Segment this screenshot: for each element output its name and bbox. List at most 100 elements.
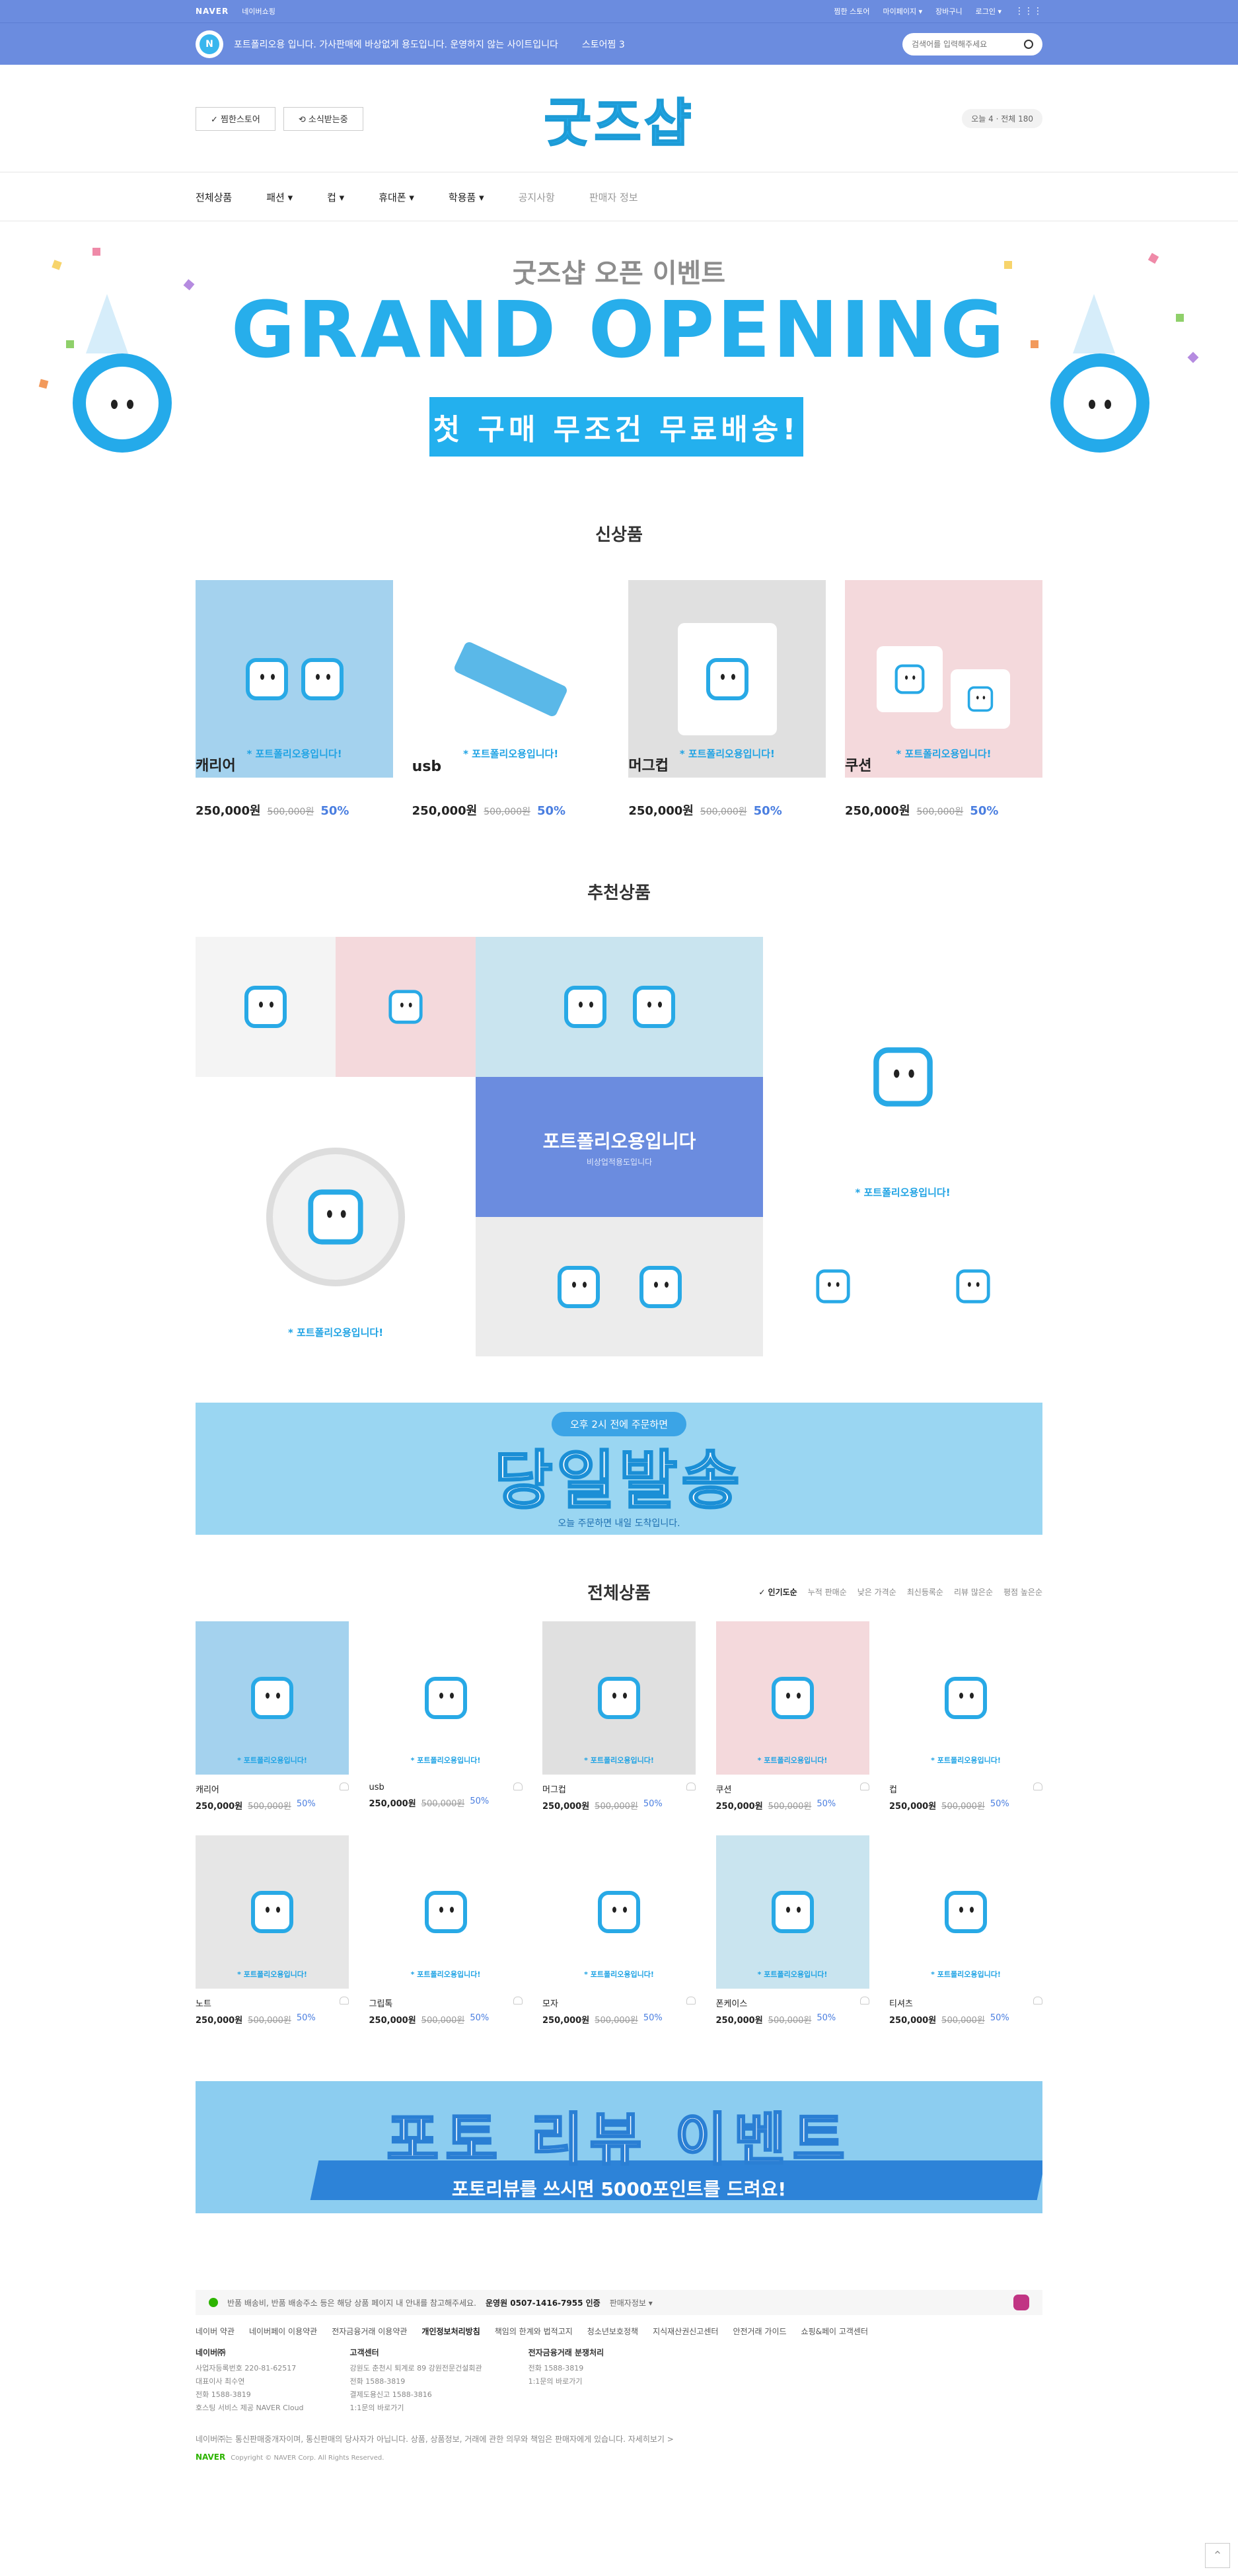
seller-info-toggle[interactable]: 판매자정보 ▾ [610,2297,653,2308]
product-name[interactable]: 캐리어 [196,751,236,778]
product-name[interactable]: 쿠션 [845,751,871,778]
sort-newest[interactable]: 최신등록순 [907,1586,943,1598]
store-follow-count[interactable]: 스토어찜 3 [582,38,625,51]
product-name[interactable]: 머그컵 [628,751,669,778]
product-old-price: 500,000원 [768,1802,812,1812]
product-name[interactable]: 모자 [542,1997,558,2009]
heart-icon[interactable] [859,1783,869,1790]
rec-item-notebook[interactable] [476,1217,763,1356]
product-card[interactable]: * 포트폴리오용입니다! 티셔츠 250,000원 500,000원 50% [889,1835,1042,2026]
top-link-login[interactable]: 로그인 ▾ [976,6,1001,17]
subscribe-button[interactable]: ⟲ 소식받는중 [283,106,363,131]
footer-disclaimer[interactable]: 네이버㈜는 통신판매중개자이며, 통신판매의 당사자가 아닙니다. 상품, 상품… [196,2433,1042,2445]
product-name[interactable]: 쿠션 [716,1783,732,1795]
product-card[interactable]: * 포트폴리오용입니다! 캐리어 250,000원 500,000원 50% [196,1621,349,1812]
nav-cup[interactable]: 컵 ▾ [327,190,344,204]
product-image[interactable]: * 포트폴리오용입니다! [196,1835,349,1989]
product-name[interactable]: usb [369,1783,384,1792]
sort-popular[interactable]: ✓ 인기도순 [758,1586,797,1598]
product-image[interactable]: * 포트폴리오용입니다! [889,1621,1042,1775]
naver-logo[interactable]: NAVER [196,7,229,16]
nav-phone[interactable]: 휴대폰 ▾ [379,190,414,204]
product-image[interactable]: * 포트폴리오용입니다! [369,1835,523,1989]
product-name[interactable]: 티셔츠 [889,1997,913,2009]
rec-item-phonecase[interactable] [476,937,763,1077]
sort-rating[interactable]: 평점 높은순 [1003,1586,1042,1598]
sort-low-price[interactable]: 낮은 가격순 [857,1586,896,1598]
heart-icon[interactable] [340,1997,349,2005]
rec-item-glass[interactable]: * 포트폴리오용입니다! [763,937,1042,1216]
heart-icon[interactable] [1033,1997,1042,2005]
rec-item-cap[interactable] [763,1216,903,1356]
heart-icon[interactable] [686,1783,696,1790]
product-name[interactable]: 폰케이스 [716,1997,748,2009]
top-link-mypage[interactable]: 마이페이지 ▾ [883,6,923,17]
search-icon[interactable] [1024,40,1033,49]
discount-rate: 50% [990,2013,1009,2023]
wish-store-button[interactable]: ✓ 찜한스토어 [196,106,275,131]
naver-shopping-link[interactable]: 네이버쇼핑 [242,6,275,17]
heart-icon[interactable] [340,1783,349,1790]
product-price: 250,000원 [889,2016,937,2026]
product-name[interactable]: 캐리어 [196,1783,219,1795]
top-link-cart[interactable]: 장바구니 [935,6,962,17]
product-card[interactable]: * 포트폴리오용입니다! 모자 250,000원 500,000원 50% [542,1835,696,2026]
scroll-top-icon[interactable]: ⌃ [1205,2543,1230,2568]
product-card[interactable]: * 포트폴리오용입니다! usb 250,000원 500,000원 50% [369,1621,523,1812]
nav-seller-info[interactable]: 판매자 정보 [589,190,638,204]
rec-item-mug[interactable] [196,937,336,1077]
rec-item-tshirt[interactable] [903,1216,1042,1356]
heart-icon[interactable] [513,1997,523,2005]
heart-icon[interactable] [859,1997,869,2005]
product-card[interactable]: * 포트폴리오용입니다! usb 250,000원 500,000원 50% [412,580,610,819]
instagram-icon[interactable] [1013,2295,1029,2310]
product-card[interactable]: * 포트폴리오용입니다! 그립톡 250,000원 500,000원 50% [369,1835,523,2026]
product-price: 250,000원 [715,1802,763,1812]
product-image[interactable]: * 포트폴리오용입니다! [715,1835,869,1989]
product-name[interactable]: 컵 [889,1783,897,1795]
product-name[interactable]: 노트 [196,1997,211,2009]
product-image[interactable]: * 포트폴리오용입니다! [542,1621,696,1775]
product-name[interactable]: usb [412,756,442,778]
top-link-wish[interactable]: 찜한 스토어 [834,6,869,17]
nav-stationery[interactable]: 학용품 ▾ [449,190,484,204]
sort-sales[interactable]: 누적 판매순 [808,1586,847,1598]
hero-banner[interactable]: 굿즈샵 오픈 이벤트 GRAND OPENING 첫 구매 무조건 무료배송! [0,221,1238,480]
product-card[interactable]: * 포트폴리오용입니다! 폰케이스 250,000원 500,000원 50% [715,1835,869,2026]
rec-item-griptok[interactable]: * 포트폴리오용입니다! [196,1077,476,1356]
nav-fashion[interactable]: 패션 ▾ [266,190,293,204]
sort-reviews[interactable]: 리뷰 많은순 [954,1586,993,1598]
heart-icon[interactable] [686,1997,696,2005]
nav-notice[interactable]: 공지사항 [519,190,555,204]
product-image[interactable]: * 포트폴리오용입니다! 쿠션 [844,580,1042,778]
product-card[interactable]: * 포트폴리오용입니다! 머그컵 250,000원 500,000원 50% [542,1621,696,1812]
rec-center-panel[interactable]: 포트폴리오용입니다 비상업적용도입니다 [476,1077,763,1217]
product-card[interactable]: * 포트폴리오용입니다! 컵 250,000원 500,000원 50% [889,1621,1042,1812]
photo-review-banner[interactable]: 포토 리뷰 이벤트 포토리뷰를 쓰시면 5000포인트를 드려요! [196,2081,1042,2213]
product-name[interactable]: 그립톡 [369,1997,393,2009]
product-image[interactable]: * 포트폴리오용입니다! 머그컵 [628,580,826,778]
grid-menu-icon[interactable]: ⋮⋮⋮ [1015,6,1042,17]
product-card[interactable]: * 포트폴리오용입니다! 캐리어 250,000원 500,000원 50% [196,580,393,819]
product-card[interactable]: * 포트폴리오용입니다! 머그컵 250,000원 500,000원 50% [628,580,826,819]
product-card[interactable]: * 포트폴리오용입니다! 쿠션 250,000원 500,000원 50% [844,580,1042,819]
product-card[interactable]: * 포트폴리오용입니다! 노트 250,000원 500,000원 50% [196,1835,349,2026]
same-day-shipping-banner[interactable]: 오후 2시 전에 주문하면 당일발송 오늘 주문하면 내일 도착입니다. [196,1403,1042,1535]
store-logo[interactable]: 굿즈샵 [543,82,694,156]
product-image[interactable]: * 포트폴리오용입니다! [889,1835,1042,1989]
product-image[interactable]: * 포트폴리오용입니다! [369,1621,523,1775]
heart-icon[interactable] [513,1783,523,1790]
product-image[interactable]: * 포트폴리오용입니다! 캐리어 [196,580,393,778]
product-image[interactable]: * 포트폴리오용입니다! [196,1621,349,1775]
product-image[interactable]: * 포트폴리오용입니다! [542,1835,696,1989]
product-name[interactable]: 머그컵 [542,1783,566,1795]
search-box[interactable] [902,33,1042,55]
store-badge-icon[interactable]: N [196,30,223,58]
product-card[interactable]: * 포트폴리오용입니다! 쿠션 250,000원 500,000원 50% [715,1621,869,1812]
nav-all[interactable]: 전체상품 [196,190,232,204]
heart-icon[interactable] [1033,1783,1042,1790]
product-image[interactable]: * 포트폴리오용입니다! usb [412,580,610,778]
rec-item-cushion[interactable] [336,937,476,1077]
product-image[interactable]: * 포트폴리오용입니다! [715,1621,869,1775]
search-input[interactable] [912,40,1011,49]
